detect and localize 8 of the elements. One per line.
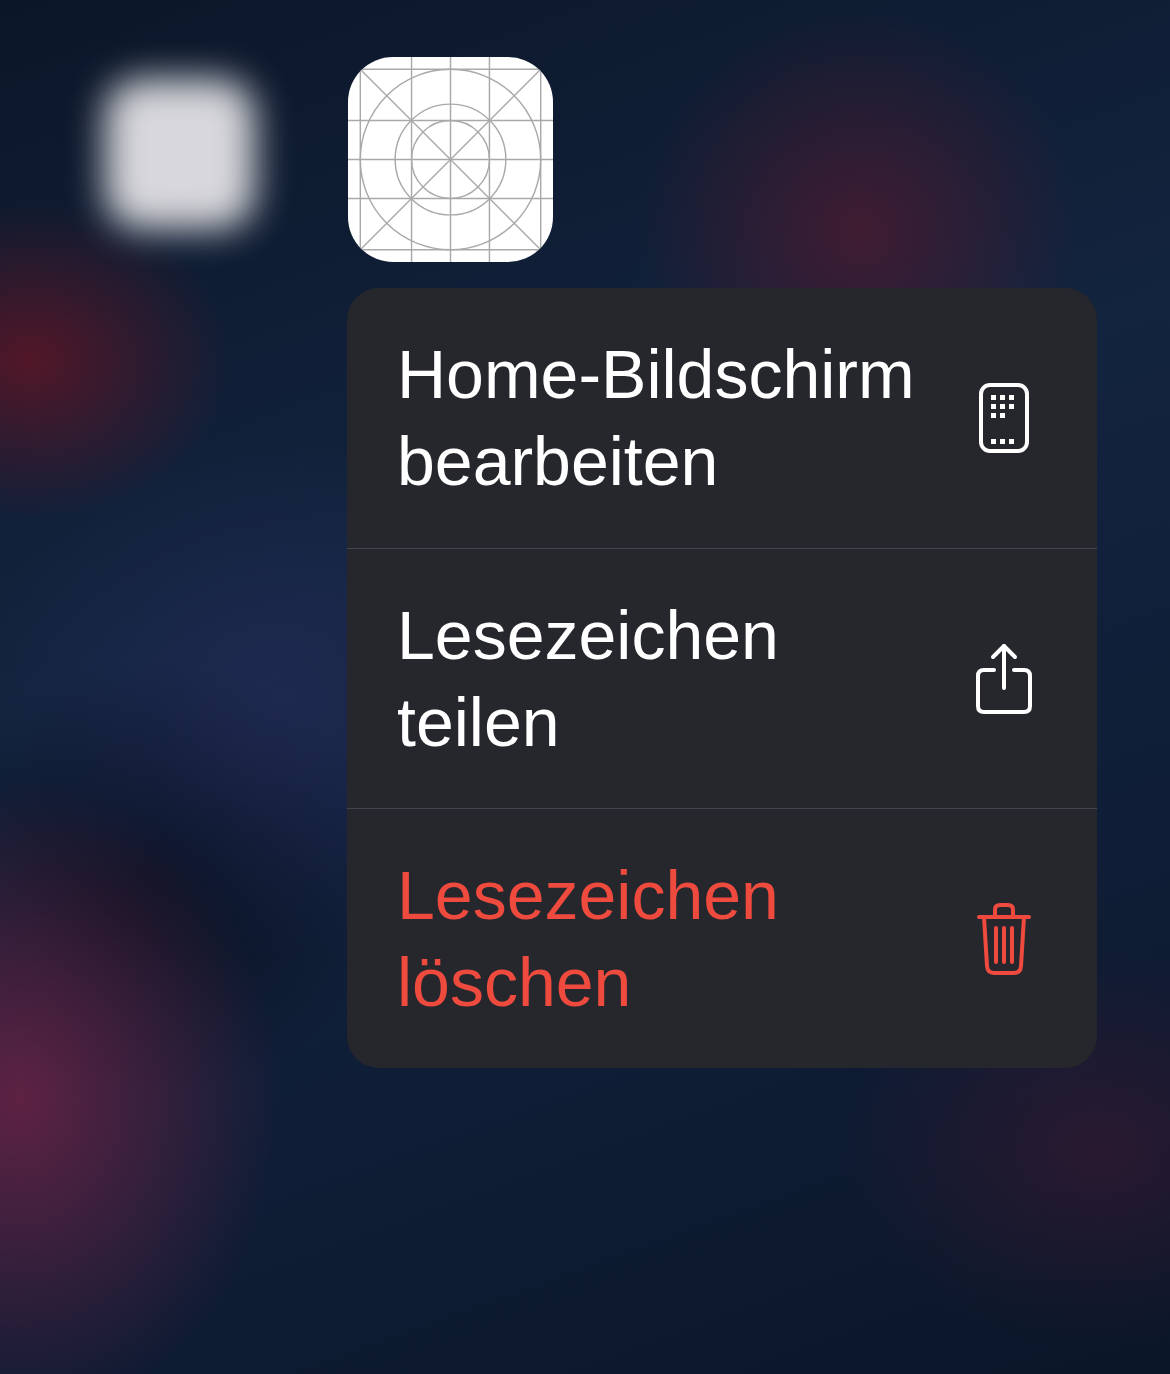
app-icon[interactable] bbox=[348, 57, 553, 262]
share-icon bbox=[974, 641, 1034, 716]
menu-item[interactable]: Lesezeichen teilen bbox=[347, 549, 1097, 808]
phone-grid-icon bbox=[979, 383, 1029, 453]
menu-item[interactable]: Home-Bildschirm bearbeiten bbox=[347, 288, 1097, 548]
blurred-app-icon bbox=[105, 79, 255, 229]
trash-icon bbox=[976, 901, 1032, 976]
menu-item[interactable]: Lesezeichen löschen bbox=[347, 809, 1097, 1068]
